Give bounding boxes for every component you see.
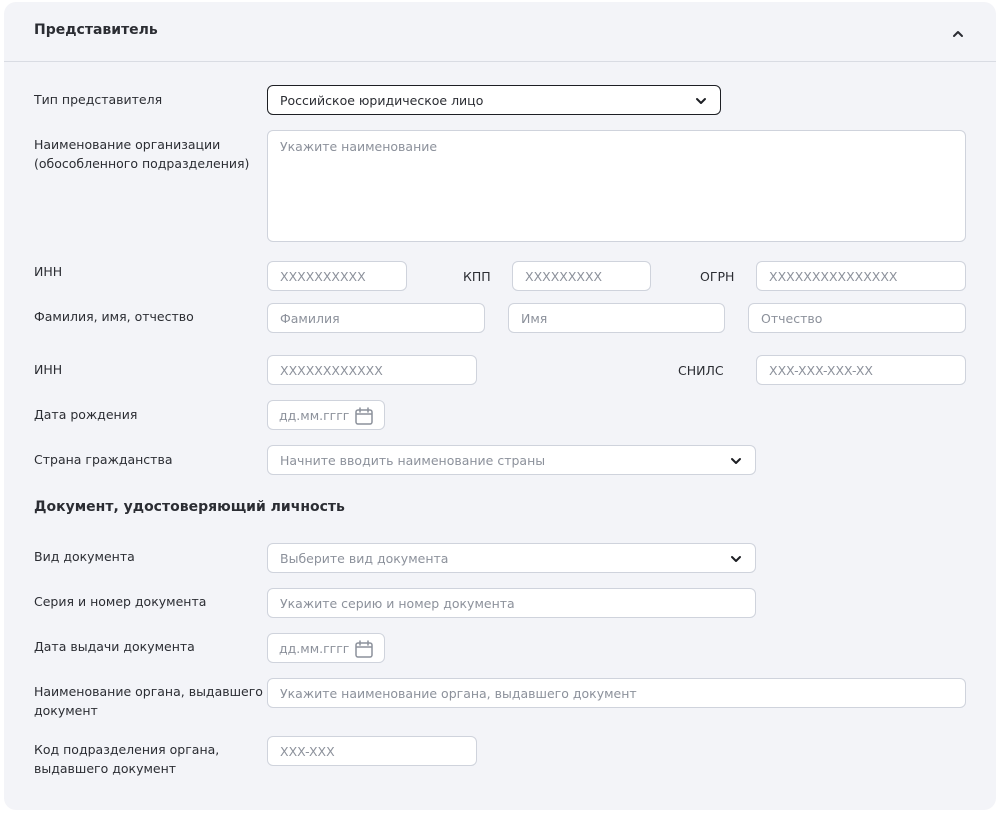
calendar-icon[interactable] (354, 639, 374, 659)
person-inn-placeholder: XXXXXXXXXXXX (280, 362, 383, 378)
inn-input[interactable]: XXXXXXXXXX (267, 261, 407, 291)
chevron-down-icon (696, 98, 706, 104)
surname-placeholder: Фамилия (280, 310, 340, 326)
inn-label: ИНН (34, 264, 63, 279)
name-input[interactable]: Имя (508, 303, 725, 333)
birth-date-label: Дата рождения (34, 407, 138, 422)
org-name-placeholder: Укажите наименование (280, 139, 438, 154)
dept-code-label: Код подразделения органа, выдавшего доку… (34, 740, 219, 778)
kpp-placeholder: XXXXXXXXX (525, 268, 603, 284)
surname-input[interactable]: Фамилия (267, 303, 485, 333)
calendar-icon[interactable] (354, 406, 374, 426)
ogrn-input[interactable]: XXXXXXXXXXXXXXX (756, 261, 966, 291)
inn-placeholder: XXXXXXXXXX (280, 268, 366, 284)
doc-issue-date-input[interactable]: дд.мм.гггг (267, 633, 385, 663)
dept-code-label-line2: выдавшего документ (34, 761, 177, 776)
dept-code-label-line1: Код подразделения органа, (34, 742, 220, 757)
chevron-down-icon (731, 458, 741, 464)
country-label: Страна гражданства (34, 452, 173, 467)
doc-issuer-label: Наименование органа, выдавшего документ (34, 682, 263, 720)
ogrn-label: ОГРН (700, 269, 735, 284)
birth-date-placeholder: дд.мм.гггг (279, 407, 350, 423)
chevron-down-icon (731, 556, 741, 562)
dept-code-placeholder: XXX-XXX (280, 743, 335, 759)
fio-label: Фамилия, имя, отчество (34, 309, 194, 324)
org-name-label-line1: Наименование организации (34, 137, 221, 152)
collapse-button[interactable] (948, 24, 968, 44)
doc-kind-select[interactable]: Выберите вид документа (267, 543, 756, 573)
org-name-label: Наименование организации (обособленного … (34, 135, 249, 173)
name-placeholder: Имя (521, 310, 548, 326)
ogrn-placeholder: XXXXXXXXXXXXXXX (769, 268, 898, 284)
patronymic-placeholder: Отчество (761, 310, 823, 326)
doc-kind-label: Вид документа (34, 549, 135, 564)
doc-issuer-placeholder: Укажите наименование органа, выдавшего д… (280, 685, 637, 701)
doc-issuer-input[interactable]: Укажите наименование органа, выдавшего д… (267, 678, 966, 708)
birth-date-input[interactable]: дд.мм.гггг (267, 400, 385, 430)
patronymic-input[interactable]: Отчество (748, 303, 966, 333)
doc-number-input[interactable]: Укажите серию и номер документа (267, 588, 756, 618)
snils-input[interactable]: XXX-XXX-XXX-XX (756, 355, 966, 385)
chevron-up-icon (953, 31, 963, 37)
representative-panel: Представитель Тип представителя Российск… (4, 2, 996, 810)
country-select[interactable]: Начните вводить наименование страны (267, 445, 756, 475)
doc-kind-placeholder: Выберите вид документа (280, 550, 449, 566)
doc-issue-date-placeholder: дд.мм.гггг (279, 640, 350, 656)
doc-number-label: Серия и номер документа (34, 594, 207, 609)
doc-number-placeholder: Укажите серию и номер документа (280, 595, 515, 611)
document-section-title: Документ, удостоверяющий личность (34, 499, 345, 515)
doc-issue-date-label: Дата выдачи документа (34, 639, 195, 654)
panel-title: Представитель (34, 22, 158, 38)
type-value: Российское юридическое лицо (280, 92, 484, 108)
person-inn-label: ИНН (34, 362, 63, 377)
representative-type-select[interactable]: Российское юридическое лицо (267, 85, 721, 115)
snils-placeholder: XXX-XXX-XXX-XX (769, 362, 873, 378)
doc-issuer-label-line1: Наименование органа, выдавшего (34, 684, 263, 699)
org-name-label-line2: (обособленного подразделения) (34, 156, 250, 171)
type-label: Тип представителя (34, 92, 163, 107)
person-inn-input[interactable]: XXXXXXXXXXXX (267, 355, 477, 385)
kpp-label: КПП (463, 269, 491, 284)
dept-code-input[interactable]: XXX-XXX (267, 736, 477, 766)
snils-label: СНИЛС (678, 363, 724, 378)
kpp-input[interactable]: XXXXXXXXX (512, 261, 651, 291)
org-name-textarea[interactable]: Укажите наименование (267, 130, 966, 242)
doc-issuer-label-line2: документ (34, 703, 98, 718)
country-placeholder: Начните вводить наименование страны (280, 452, 546, 468)
panel-header: Представитель (4, 2, 996, 62)
